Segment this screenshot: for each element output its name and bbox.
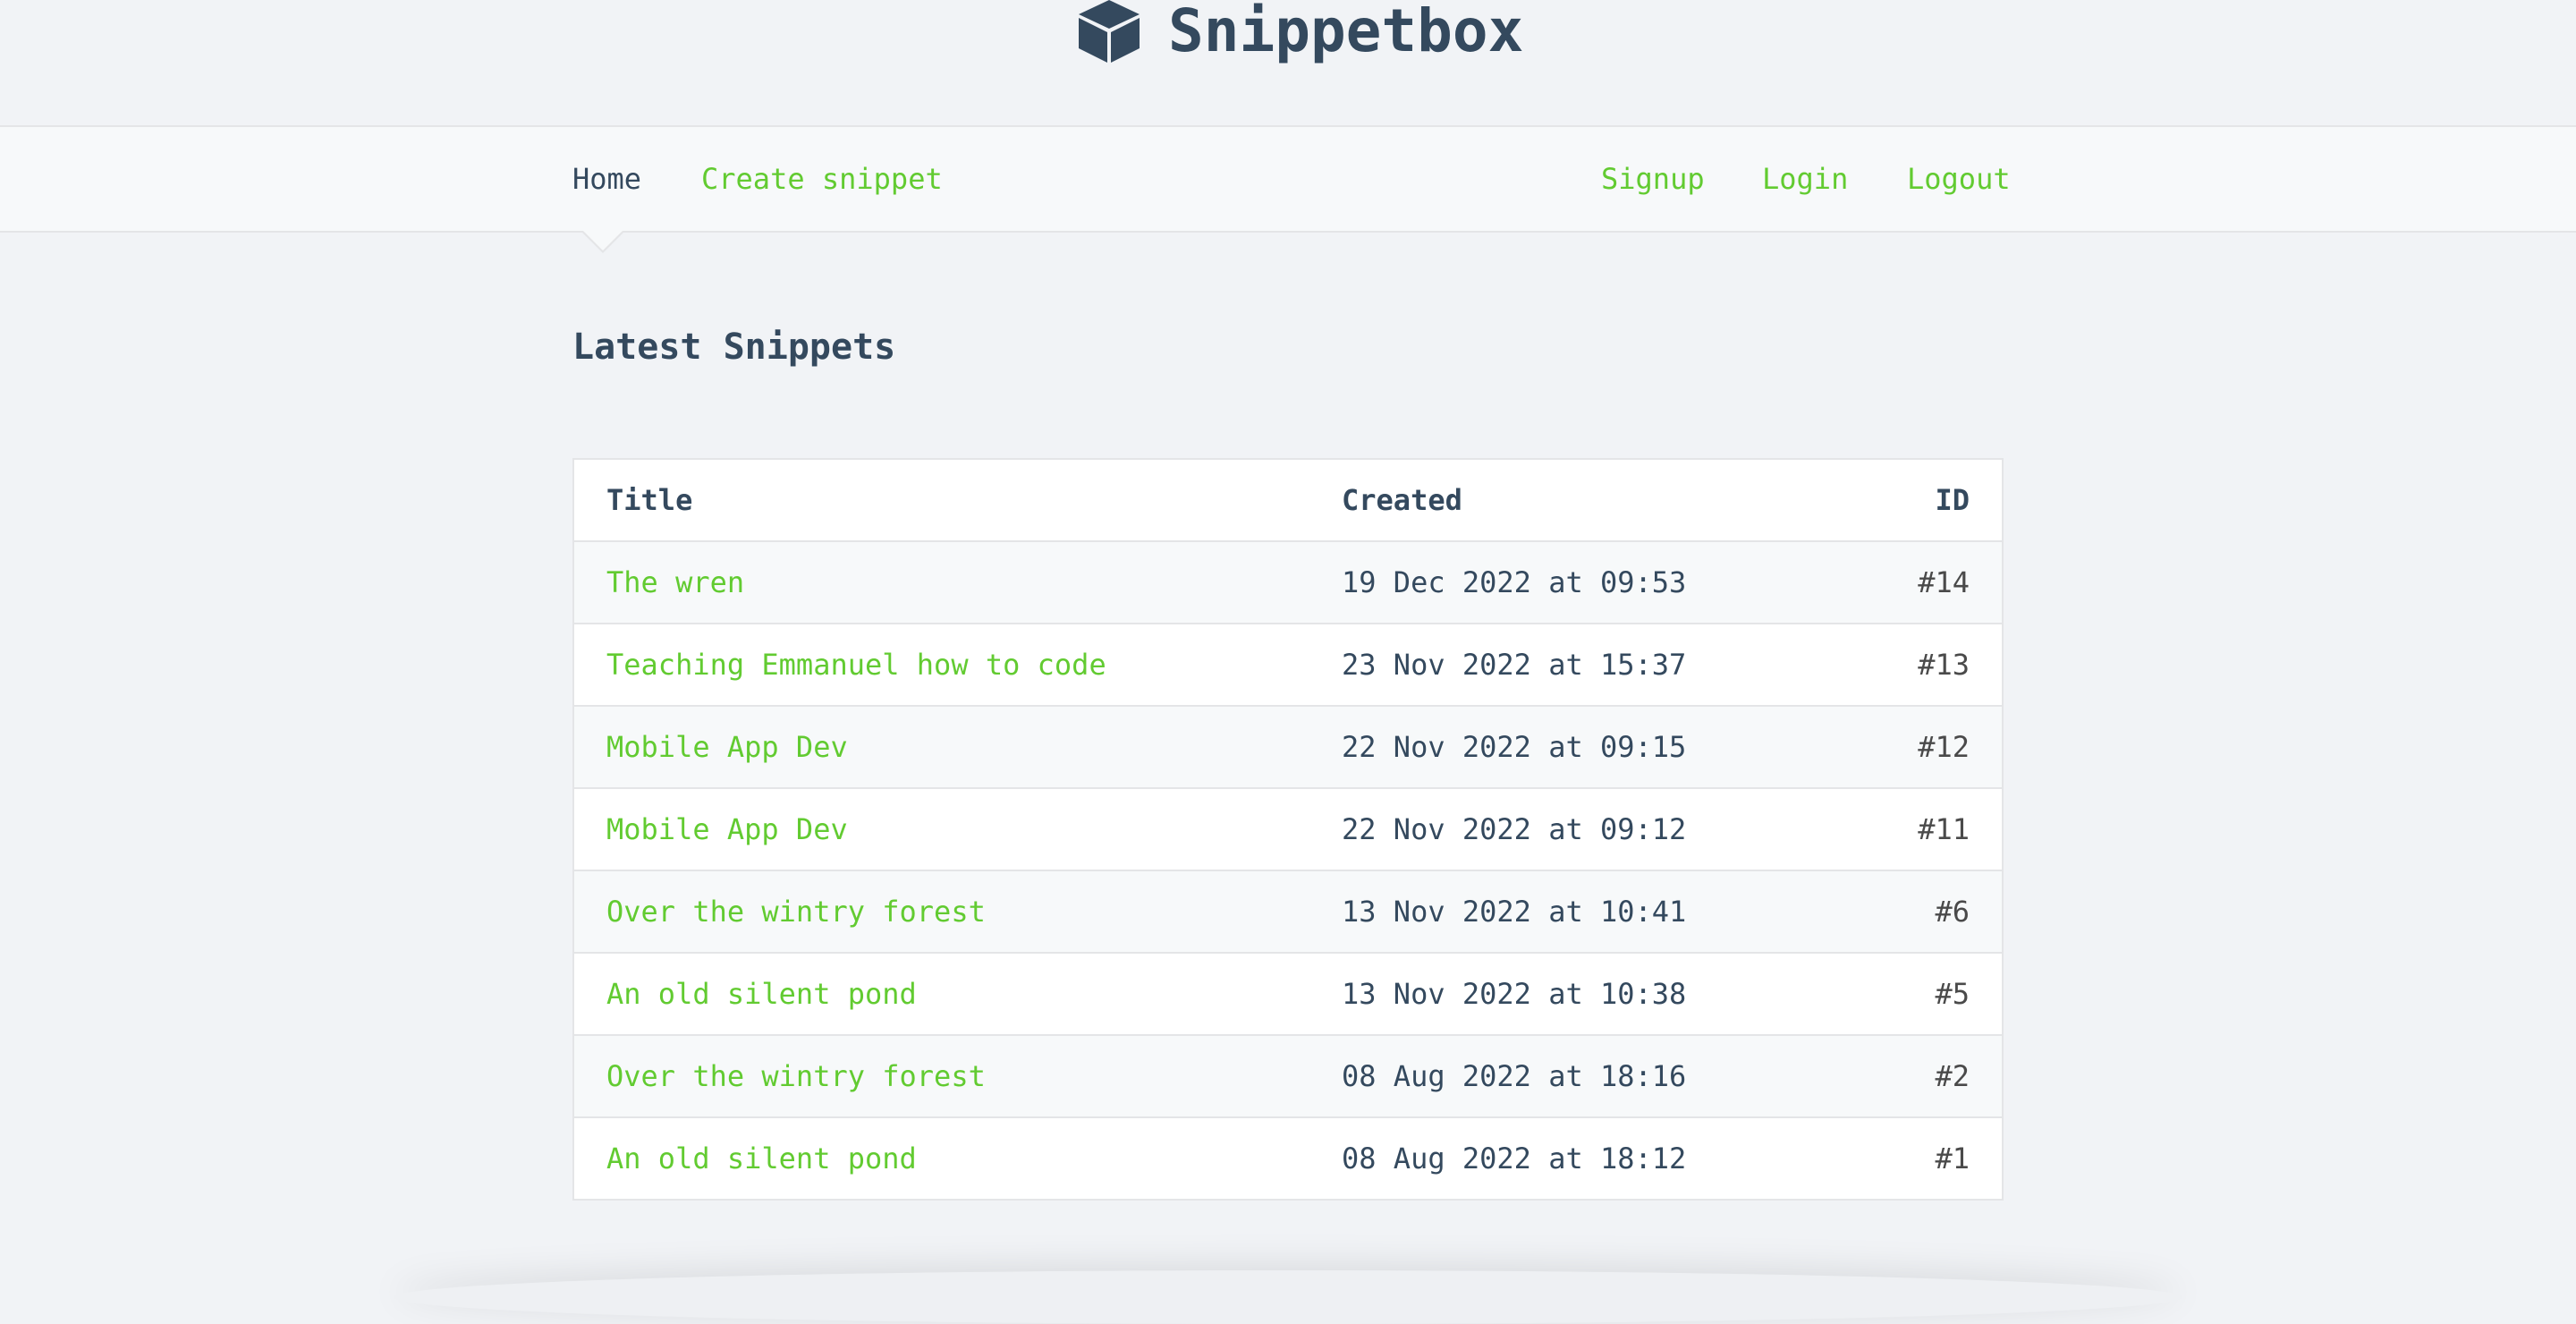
table-row: Mobile App Dev 22 Nov 2022 at 09:15 #12 [573,706,2003,789]
snippet-id: #6 [1839,870,2003,954]
nav-home[interactable]: Home [572,127,641,231]
snippet-title-link[interactable]: Mobile App Dev [606,730,848,764]
snippet-created: 22 Nov 2022 at 09:12 [1309,788,1839,871]
site-header: Snippetbox [0,0,2576,125]
table-header-row: Title Created ID [573,459,2003,542]
page-title: Latest Snippets [572,327,896,368]
snippet-id: #14 [1839,541,2003,624]
snippet-id: #13 [1839,624,2003,707]
table-row: Teaching Emmanuel how to code 23 Nov 202… [573,624,2003,707]
snippet-id: #1 [1839,1117,2003,1201]
table-row: Over the wintry forest 13 Nov 2022 at 10… [573,870,2003,954]
nav-signup[interactable]: Signup [1601,127,1705,231]
snippet-title-link[interactable]: Over the wintry forest [606,1059,986,1093]
snippet-created: 08 Aug 2022 at 18:16 [1309,1035,1839,1118]
snippet-created: 19 Dec 2022 at 09:53 [1309,541,1839,624]
snippet-title-link[interactable]: The wren [606,565,744,599]
nav-logout[interactable]: Logout [1907,127,2011,231]
snippet-created: 13 Nov 2022 at 10:38 [1309,953,1839,1036]
snippet-id: #12 [1839,706,2003,789]
snippet-id: #2 [1839,1035,2003,1118]
table-row: An old silent pond 13 Nov 2022 at 10:38 … [573,953,2003,1036]
snippet-title-link[interactable]: Mobile App Dev [606,812,848,846]
main-nav: Home Create snippet Signup Login Logout [0,125,2576,233]
snippet-title-link[interactable]: An old silent pond [606,977,917,1011]
snippets-table: Title Created ID The wren 19 Dec 2022 at… [572,458,2004,1201]
snippet-id: #11 [1839,788,2003,871]
table-header: Title Created ID [573,459,2003,542]
snippet-title-link[interactable]: An old silent pond [606,1142,917,1175]
snippet-created: 08 Aug 2022 at 18:12 [1309,1117,1839,1201]
footer-edge [394,1270,2182,1324]
snippet-created: 23 Nov 2022 at 15:37 [1309,624,1839,707]
snippet-id: #5 [1839,953,2003,1036]
column-header-title: Title [573,459,1309,542]
snippet-title-link[interactable]: Teaching Emmanuel how to code [606,648,1106,682]
snippet-created: 22 Nov 2022 at 09:15 [1309,706,1839,789]
snippet-title-link[interactable]: Over the wintry forest [606,895,986,929]
brand-link[interactable]: Snippetbox [1077,0,1523,68]
brand-title: Snippetbox [1168,0,1524,65]
table-row: The wren 19 Dec 2022 at 09:53 #14 [573,541,2003,624]
cube-icon [1079,0,1140,63]
nav-create-snippet[interactable]: Create snippet [701,127,943,231]
column-header-id: ID [1839,459,2003,542]
table-row: An old silent pond 08 Aug 2022 at 18:12 … [573,1117,2003,1201]
snippet-created: 13 Nov 2022 at 10:41 [1309,870,1839,954]
table-row: Over the wintry forest 08 Aug 2022 at 18… [573,1035,2003,1118]
active-nav-indicator [583,231,623,250]
nav-login[interactable]: Login [1762,127,1848,231]
table-body: The wren 19 Dec 2022 at 09:53 #14 Teachi… [573,541,2003,1201]
table-row: Mobile App Dev 22 Nov 2022 at 09:12 #11 [573,788,2003,871]
column-header-created: Created [1309,459,1839,542]
